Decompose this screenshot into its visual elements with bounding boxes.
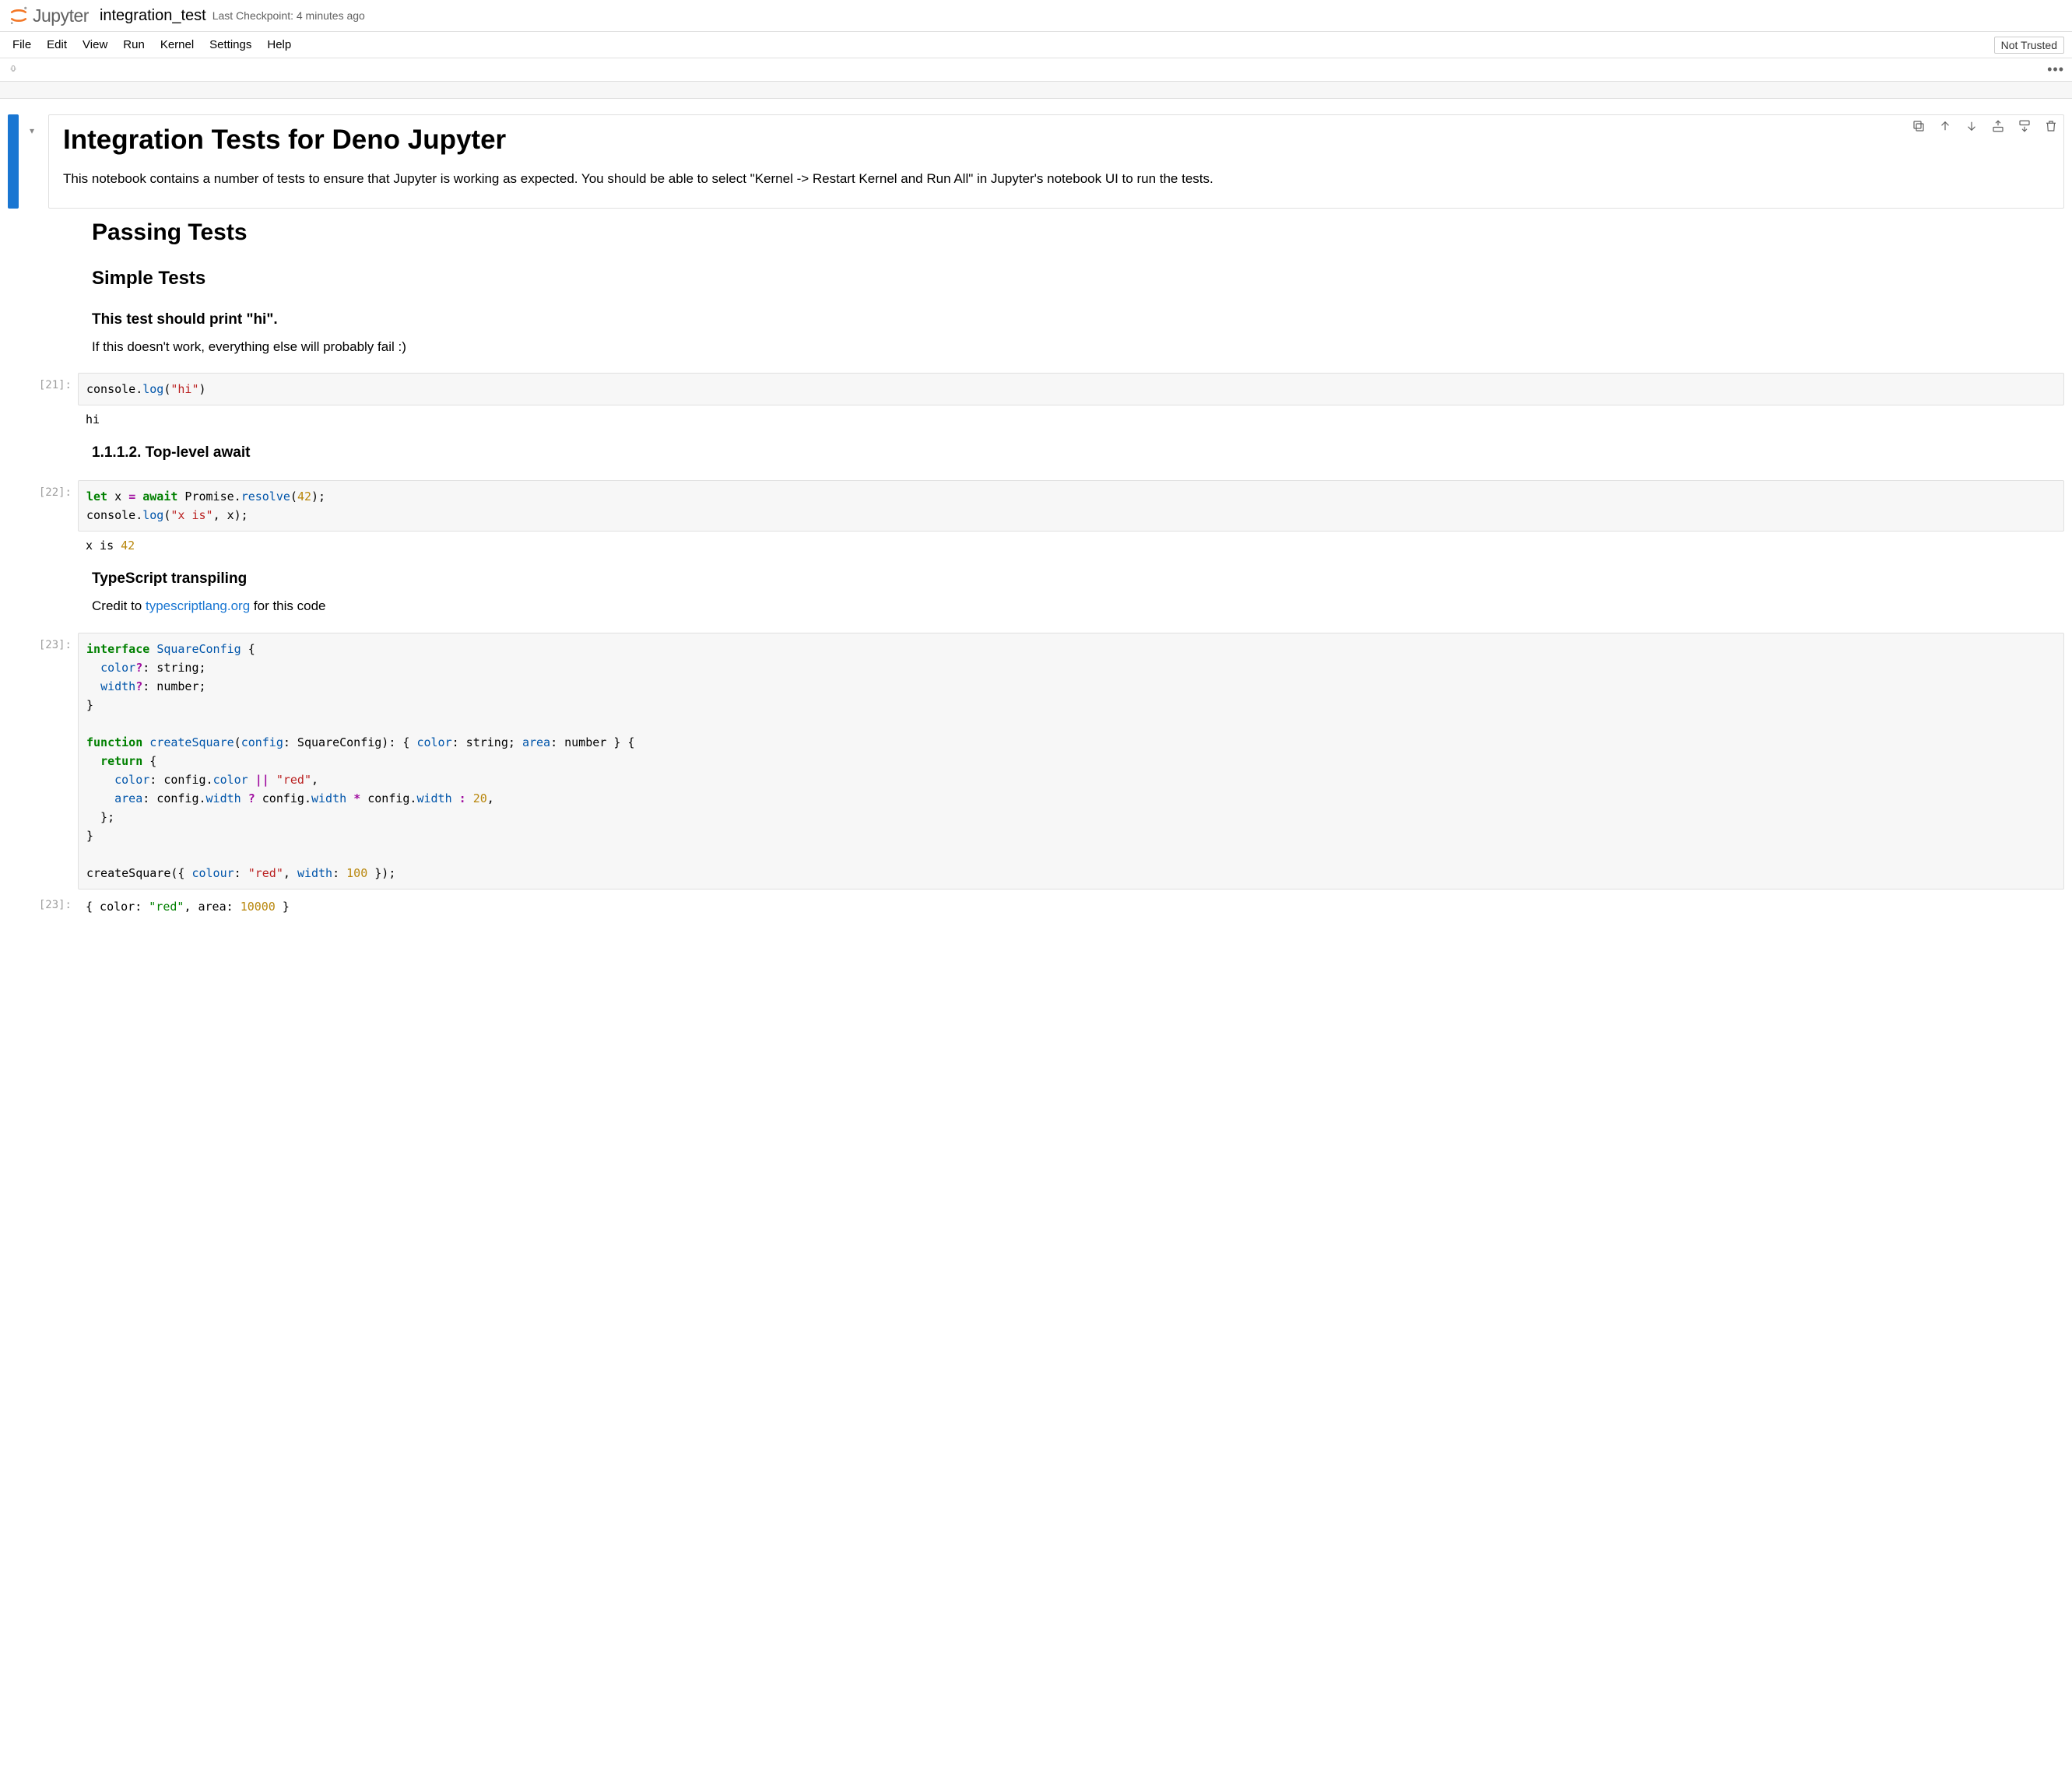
cell-code[interactable]: [21]: console.log("hi") hi: [8, 373, 2064, 433]
cell-markdown-title[interactable]: ▾: [8, 114, 2064, 209]
cell-markdown[interactable]: TypeScript transpiling Credit to typescr…: [8, 567, 2064, 624]
cell-markdown[interactable]: This test should print "hi". If this doe…: [8, 308, 2064, 365]
paragraph: If this doesn't work, everything else wi…: [92, 336, 2050, 357]
jupyter-logo-icon: [8, 5, 30, 26]
input-prompt: [23]:: [39, 639, 72, 651]
notebook-name[interactable]: integration_test: [100, 7, 206, 25]
heading-h4: TypeScript transpiling: [92, 570, 2050, 588]
collapse-caret-icon[interactable]: ▾: [19, 114, 42, 209]
menu-kernel[interactable]: Kernel: [153, 32, 202, 58]
menu-edit[interactable]: Edit: [39, 32, 75, 58]
input-prompt: [21]:: [39, 379, 72, 391]
heading-h2: Passing Tests: [92, 219, 2050, 246]
code-output: { color: "red", area: 10000 }: [78, 893, 2064, 921]
move-cell-down-icon[interactable]: [1965, 119, 1979, 137]
heading-h3: Simple Tests: [92, 268, 2050, 289]
code-input[interactable]: let x = await Promise.resolve(42);consol…: [78, 480, 2064, 532]
checkpoint-label: Last Checkpoint: 4 minutes ago: [212, 9, 365, 22]
link-typescriptlang[interactable]: typescriptlang.org: [146, 598, 250, 613]
cell-markdown[interactable]: Passing Tests: [8, 216, 2064, 257]
cell-output-row: [23]: { color: "red", area: 10000 }: [8, 893, 2064, 921]
menu-run[interactable]: Run: [115, 32, 153, 58]
jupyter-logo[interactable]: Jupyter: [8, 5, 89, 26]
cell-code[interactable]: [23]: interface SquareConfig { color?: s…: [8, 633, 2064, 890]
output-prompt: [23]:: [39, 899, 72, 911]
toolbar: •••: [0, 58, 2072, 82]
notebook-area: ▾: [0, 99, 2072, 944]
heading-h4: This test should print "hi".: [92, 311, 2050, 328]
heading-h1: Integration Tests for Deno Jupyter: [63, 125, 2049, 156]
insert-cell-above-icon[interactable]: [1991, 119, 2005, 137]
menu-items: File Edit View Run Kernel Settings Help: [5, 32, 299, 58]
code-output: hi: [78, 405, 2064, 433]
menu-bar: File Edit View Run Kernel Settings Help …: [0, 32, 2072, 58]
code-input[interactable]: console.log("hi"): [78, 373, 2064, 405]
paragraph: Credit to typescriptlang.org for this co…: [92, 595, 2050, 616]
menu-help[interactable]: Help: [259, 32, 299, 58]
menu-file[interactable]: File: [5, 32, 39, 58]
top-header: Jupyter integration_test Last Checkpoint…: [0, 0, 2072, 32]
move-cell-up-icon[interactable]: [1938, 119, 1952, 137]
input-prompt: [22]:: [39, 486, 72, 499]
code-input[interactable]: interface SquareConfig { color?: string;…: [78, 633, 2064, 890]
cell-markdown[interactable]: Simple Tests: [8, 265, 2064, 300]
spacer-bar: [0, 82, 2072, 99]
duplicate-cell-icon[interactable]: [1912, 119, 1926, 137]
heading-h4: 1.1.1.2. Top-level await: [92, 444, 2050, 461]
menu-settings[interactable]: Settings: [202, 32, 259, 58]
cell-selection-bar: [8, 114, 19, 209]
paragraph: This notebook contains a number of tests…: [63, 168, 2049, 189]
trust-badge[interactable]: Not Trusted: [1994, 37, 2064, 54]
cell-markdown[interactable]: 1.1.1.2. Top-level await: [8, 441, 2064, 472]
delete-cell-icon[interactable]: [2044, 119, 2058, 137]
cell-code[interactable]: [22]: let x = await Promise.resolve(42);…: [8, 480, 2064, 560]
markdown-rendered[interactable]: Integration Tests for Deno Jupyter This …: [48, 114, 2064, 209]
cell-toolbar: [1912, 119, 2058, 137]
jupyter-logo-text: Jupyter: [33, 5, 89, 26]
bug-icon[interactable]: [8, 63, 19, 76]
more-icon[interactable]: •••: [2047, 61, 2064, 78]
insert-cell-below-icon[interactable]: [2018, 119, 2032, 137]
menu-view[interactable]: View: [75, 32, 115, 58]
code-output: x is 42: [78, 532, 2064, 560]
